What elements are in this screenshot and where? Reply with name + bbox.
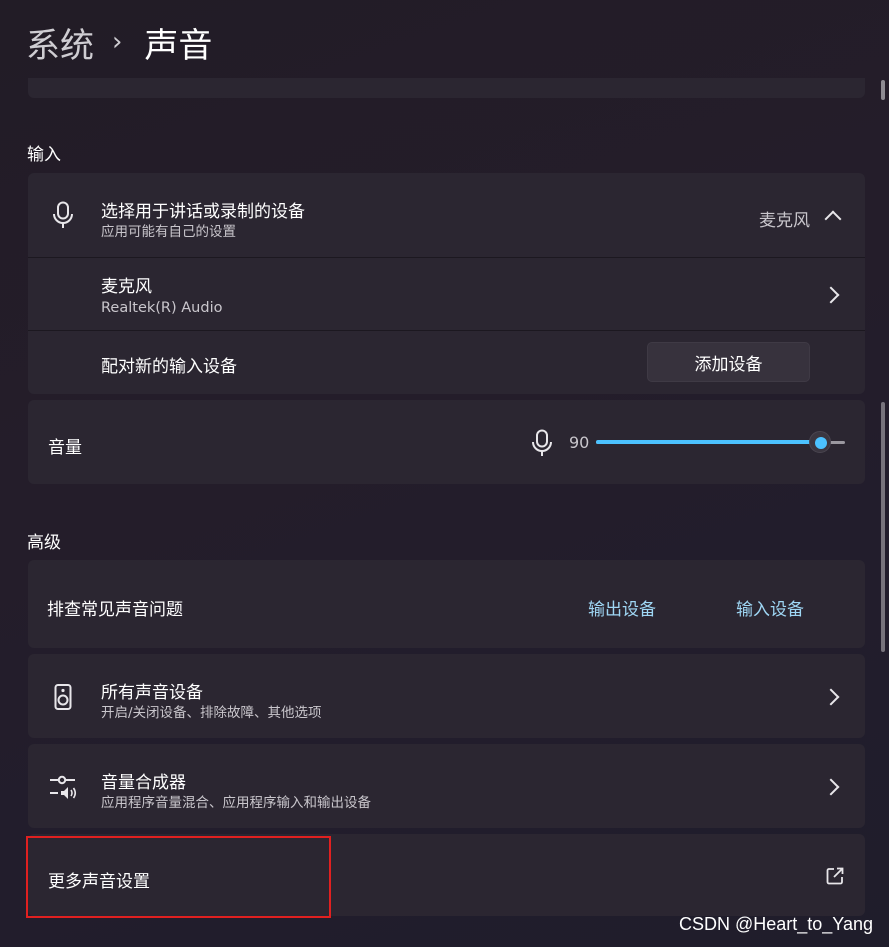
input-section-label: 输入 [27, 145, 61, 165]
microphone-subtitle: Realtek(R) Audio [101, 300, 223, 316]
output-device-link[interactable]: 输出设备 [588, 595, 656, 620]
all-sound-devices-title: 所有声音设备 [101, 683, 203, 703]
microphone-title: 麦克风 [101, 277, 152, 297]
volume-card: 音量 90 [28, 400, 865, 484]
selected-device-value: 麦克风 [759, 211, 810, 231]
chevron-right-icon [822, 688, 840, 706]
previous-card [28, 78, 865, 98]
chevron-right-icon [822, 286, 840, 304]
chevron-up-icon [824, 210, 842, 228]
scrollbar-thumb[interactable] [881, 402, 885, 652]
page-title: 声音 [144, 25, 213, 66]
breadcrumb-separator: › [112, 27, 123, 57]
advanced-section-label: 高级 [27, 533, 61, 553]
mixer-icon [50, 775, 77, 799]
troubleshoot-title: 排查常见声音问题 [47, 600, 183, 620]
highlight-box [26, 836, 331, 918]
volume-value: 90 [569, 433, 590, 452]
troubleshoot-card: 排查常见声音问题 输出设备 输入设备 [28, 560, 865, 648]
microphone-icon [53, 201, 73, 228]
microphone-icon[interactable] [531, 429, 553, 457]
breadcrumb-parent[interactable]: 系统 [26, 18, 94, 67]
speaker-icon [54, 684, 72, 710]
all-sound-devices-card[interactable]: 所有声音设备 开启/关闭设备、排除故障、其他选项 [28, 654, 865, 738]
breadcrumb: 系统 › 声音 [26, 18, 212, 66]
choose-input-device-header[interactable]: 选择用于讲话或录制的设备 应用可能有自己的设置 麦克风 [28, 173, 865, 257]
volume-mixer-title: 音量合成器 [101, 773, 186, 793]
divider [28, 330, 865, 331]
input-device-link[interactable]: 输入设备 [736, 595, 804, 620]
add-device-button[interactable]: 添加设备 [647, 342, 810, 382]
volume-mixer-card[interactable]: 音量合成器 应用程序音量混合、应用程序输入和输出设备 [28, 744, 865, 828]
microphone-row[interactable]: 麦克风 Realtek(R) Audio [28, 258, 865, 330]
choose-device-title: 选择用于讲话或录制的设备 [101, 202, 305, 222]
chevron-right-icon [822, 778, 840, 796]
volume-label: 音量 [48, 438, 82, 458]
volume-mixer-subtitle: 应用程序音量混合、应用程序输入和输出设备 [101, 795, 371, 811]
external-link-icon [826, 867, 844, 885]
input-device-card: 选择用于讲话或录制的设备 应用可能有自己的设置 麦克风 麦克风 Realtek(… [28, 173, 865, 394]
volume-slider-thumb[interactable] [809, 431, 831, 453]
pair-new-device-label: 配对新的输入设备 [101, 357, 237, 377]
volume-slider-fill [596, 440, 820, 444]
volume-slider[interactable] [596, 431, 845, 453]
scrollbar-top[interactable] [881, 80, 885, 100]
watermark: CSDN @Heart_to_Yang [678, 914, 873, 934]
choose-device-subtitle: 应用可能有自己的设置 [101, 224, 236, 240]
all-sound-devices-subtitle: 开启/关闭设备、排除故障、其他选项 [101, 705, 322, 721]
